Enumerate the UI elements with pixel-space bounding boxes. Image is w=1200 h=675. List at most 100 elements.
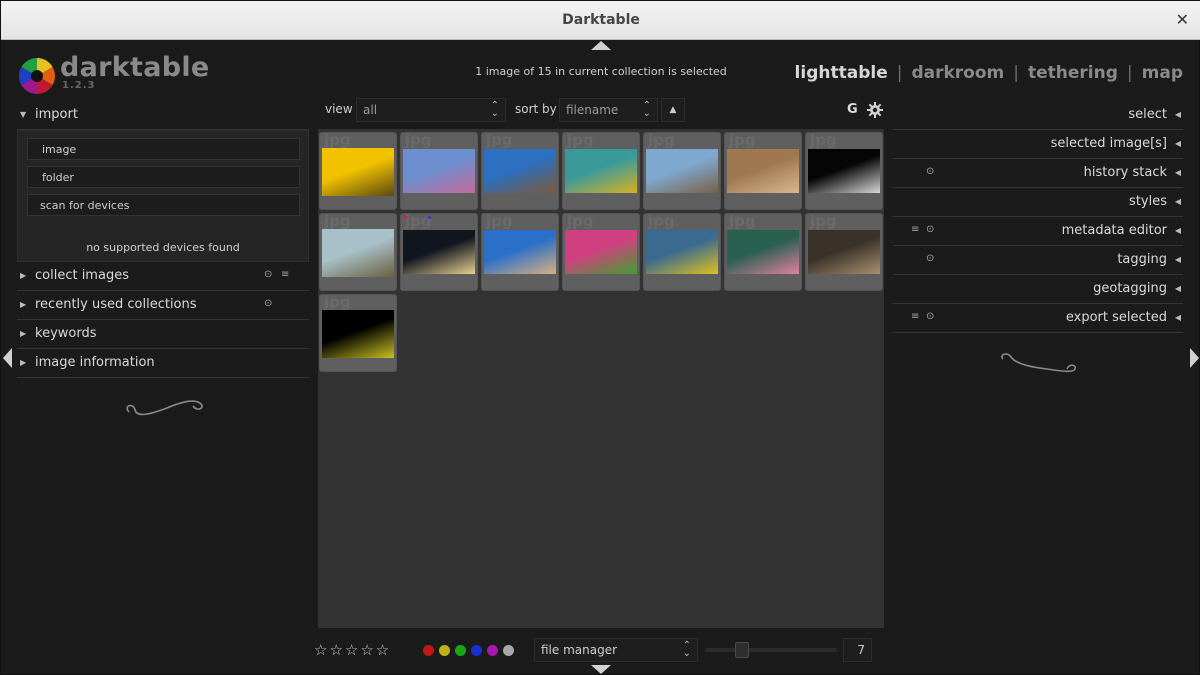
expanded-triangle-icon: ▼ xyxy=(20,110,27,119)
red-label-icon[interactable] xyxy=(423,645,434,656)
logo-name: darktable xyxy=(60,52,210,83)
layout-dropdown[interactable]: file manager ⌃ ⌄ xyxy=(534,638,698,662)
thumbnail[interactable]: jpg xyxy=(481,213,559,291)
thumbnail[interactable]: jpg xyxy=(400,132,478,210)
sort-by-label: sort by xyxy=(515,102,557,116)
thumbnail[interactable]: jpg xyxy=(319,294,397,372)
thumbnail[interactable]: jpg xyxy=(481,132,559,210)
collapsed-triangle-icon: ◀ xyxy=(1174,197,1181,206)
thumbnail-grid[interactable]: jpg jpg jpg jpg jpg jpg jpg jpg jpg jpg jpg jpg jpg j… xyxy=(318,129,884,628)
import-folder-button[interactable]: folder xyxy=(27,166,300,188)
color-label-dot xyxy=(404,216,407,219)
thumbnail-image xyxy=(484,149,556,193)
thumbnail[interactable]: jpg xyxy=(643,132,721,210)
image-information-module-header[interactable]: ▶ image information xyxy=(17,349,309,378)
thumbnail[interactable]: jpg xyxy=(805,132,883,210)
updown-chevron-icon: ⌃ ⌄ xyxy=(682,640,691,659)
collapsed-triangle-icon: ◀ xyxy=(1174,110,1181,119)
file-extension-watermark: jpg xyxy=(729,132,756,149)
reset-icon[interactable]: ⊙ xyxy=(926,253,934,264)
layout-value: file manager xyxy=(541,643,618,657)
export-selected-module-header[interactable]: ≡ ⊙ export selected ◀ xyxy=(893,304,1183,333)
reset-icon[interactable]: ⊙ xyxy=(264,269,272,280)
zoom-value-field[interactable]: 7 xyxy=(843,638,872,662)
view-map[interactable]: map xyxy=(1142,63,1183,83)
reset-icon[interactable]: ⊙ xyxy=(926,311,934,322)
gear-icon[interactable] xyxy=(867,102,883,118)
reset-icon[interactable]: ⊙ xyxy=(926,166,934,177)
history-stack-module-header[interactable]: ⊙ history stack ◀ xyxy=(893,159,1183,188)
view-tethering[interactable]: tethering xyxy=(1028,63,1118,83)
top-panel-toggle-icon[interactable] xyxy=(591,41,611,50)
presets-icon[interactable]: ≡ xyxy=(911,311,919,322)
presets-icon[interactable]: ≡ xyxy=(281,269,289,280)
view-switcher: lighttable | darkroom | tethering | map xyxy=(795,63,1183,83)
collapsed-triangle-icon: ◀ xyxy=(1174,284,1181,293)
blue-label-icon[interactable] xyxy=(471,645,482,656)
grouping-button[interactable]: G xyxy=(847,102,858,117)
darktable-window: Darktable ✕ darktable 1.2.3 1 image of 1… xyxy=(0,0,1200,675)
import-image-button[interactable]: image xyxy=(27,138,300,160)
module-label: recently used collections xyxy=(35,297,197,312)
collapsed-triangle-icon: ▶ xyxy=(20,329,27,338)
thumbnail[interactable]: jpg xyxy=(562,132,640,210)
recently-used-collections-module-header[interactable]: ▶ recently used collections ⊙ xyxy=(17,291,309,320)
sort-by-dropdown[interactable]: filename ⌃ ⌄ xyxy=(559,98,658,122)
metadata-editor-module-header[interactable]: ≡ ⊙ metadata editor ◀ xyxy=(893,217,1183,246)
styles-module-header[interactable]: styles ◀ xyxy=(893,188,1183,217)
zoom-slider-handle[interactable] xyxy=(734,642,749,658)
clear-label-icon[interactable] xyxy=(503,645,514,656)
thumbnail[interactable]: jpg xyxy=(400,213,478,291)
thumbnail[interactable]: jpg xyxy=(724,132,802,210)
thumbnail[interactable]: jpg xyxy=(643,213,721,291)
view-darkroom[interactable]: darkroom xyxy=(911,63,1004,83)
collapsed-triangle-icon: ◀ xyxy=(1174,313,1181,322)
module-label: export selected xyxy=(1065,310,1167,325)
left-panel-toggle-icon[interactable] xyxy=(3,348,12,368)
file-extension-watermark: jpg xyxy=(810,132,837,149)
view-lighttable[interactable]: lighttable xyxy=(795,63,888,83)
thumbnail[interactable]: jpg xyxy=(319,213,397,291)
presets-icon[interactable]: ≡ xyxy=(911,224,919,235)
green-label-icon[interactable] xyxy=(455,645,466,656)
thumbnail[interactable]: jpg xyxy=(562,213,640,291)
file-extension-watermark: jpg xyxy=(405,132,432,149)
scan-for-devices-button[interactable]: scan for devices xyxy=(27,194,300,216)
thumbnail[interactable]: jpg xyxy=(805,213,883,291)
module-label: collect images xyxy=(35,268,129,283)
keywords-module-header[interactable]: ▶ keywords xyxy=(17,320,309,349)
sort-direction-button[interactable]: ▲ xyxy=(661,98,685,122)
view-filter-dropdown[interactable]: all ⌃ ⌄ xyxy=(356,98,506,122)
reset-icon[interactable]: ⊙ xyxy=(264,298,272,309)
select-module-header[interactable]: select ◀ xyxy=(893,101,1183,130)
collect-images-module-header[interactable]: ▶ collect images ⊙ ≡ xyxy=(17,262,309,291)
thumbnail[interactable]: jpg xyxy=(319,132,397,210)
zoom-slider-track[interactable] xyxy=(705,648,837,652)
lighttable-toolbar: view all ⌃ ⌄ sort by filename ⌃ ⌄ ▲ G xyxy=(318,98,884,122)
right-panel-toggle-icon[interactable] xyxy=(1190,348,1199,368)
reset-icon[interactable]: ⊙ xyxy=(926,224,934,235)
purple-label-icon[interactable] xyxy=(487,645,498,656)
module-label: geotagging xyxy=(1093,281,1167,296)
close-icon[interactable]: ✕ xyxy=(1176,10,1189,29)
tagging-module-header[interactable]: ⊙ tagging ◀ xyxy=(893,246,1183,275)
import-module-body: image folder scan for devices no support… xyxy=(17,130,309,262)
thumbnail-image xyxy=(403,149,475,193)
view-filter-label: view xyxy=(325,102,353,116)
import-module-header[interactable]: ▼ import xyxy=(17,101,309,130)
bottom-panel-toggle-icon[interactable] xyxy=(591,665,611,674)
star-rating[interactable]: ☆☆☆☆☆ xyxy=(314,641,391,659)
file-extension-watermark: jpg xyxy=(567,213,594,230)
view-separator: | xyxy=(1013,63,1019,83)
right-panel-flourish-icon xyxy=(1001,353,1077,373)
module-label: import xyxy=(35,107,78,122)
geotagging-module-header[interactable]: geotagging ◀ xyxy=(893,275,1183,304)
thumbnail[interactable]: jpg xyxy=(724,213,802,291)
thumbnail-image xyxy=(484,230,556,274)
yellow-label-icon[interactable] xyxy=(439,645,450,656)
no-devices-message: no supported devices found xyxy=(86,241,240,254)
module-label: selected image[s] xyxy=(1050,136,1167,151)
file-extension-watermark: jpg xyxy=(324,213,351,230)
module-label: image information xyxy=(35,355,155,370)
selected-images-module-header[interactable]: selected image[s] ◀ xyxy=(893,130,1183,159)
